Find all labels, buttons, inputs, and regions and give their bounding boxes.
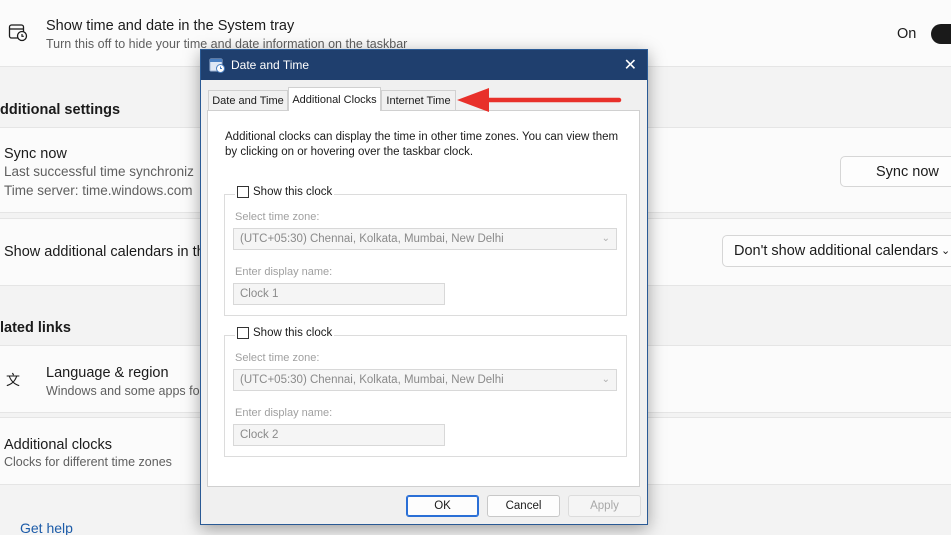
clock-1-group: Show this clock Select time zone: (UTC+0… [224,186,627,316]
clock-2-group: Show this clock Select time zone: (UTC+0… [224,327,627,457]
clock-2-timezone-label: Select time zone: [235,352,320,364]
clock-1-display-name-field: Clock 1 [233,283,445,305]
clock-1-display-name-label: Enter display name: [235,266,333,278]
clock-2-display-name-value: Clock 2 [240,429,279,441]
apply-button[interactable]: Apply [568,495,641,517]
tab-additional-clocks[interactable]: Additional Clocks [288,87,381,111]
tab-date-and-time[interactable]: Date and Time [208,90,288,110]
tray-toggle-label: On [897,26,917,42]
calendars-select[interactable]: Don't show additional calendars ⌄ [722,235,951,267]
additional-settings-heading: dditional settings [0,102,121,118]
date-time-app-icon [209,57,225,73]
chevron-down-icon: ⌄ [601,374,610,385]
related-links-heading: lated links [0,320,71,336]
calendars-title: Show additional calendars in the [4,244,213,260]
language-region-description: Windows and some apps for [46,384,204,398]
chevron-down-icon: ⌄ [941,245,951,257]
clock-2-timezone-select: (UTC+05:30) Chennai, Kolkata, Mumbai, Ne… [233,369,617,391]
dialog-titlebar[interactable]: Date and Time ✕ [201,50,647,80]
language-icon: 文 [6,372,20,388]
sync-title: Sync now [4,146,67,162]
dialog-title: Date and Time [231,58,310,72]
clock-2-display-name-label: Enter display name: [235,407,333,419]
clock-2-timezone-value: (UTC+05:30) Chennai, Kolkata, Mumbai, Ne… [240,374,504,386]
language-region-title: Language & region [46,365,169,381]
show-clock-1-label: Show this clock [253,186,333,198]
show-clock-1-checkbox[interactable] [237,186,249,198]
tab-internet-time[interactable]: Internet Time [381,90,456,110]
show-clock-1-row[interactable]: Show this clock [235,186,335,198]
clock-1-display-name-value: Clock 1 [240,288,279,300]
additional-clocks-description-text: Additional clocks can display the time i… [225,131,619,158]
close-icon[interactable]: ✕ [624,55,637,75]
clock-1-timezone-label: Select time zone: [235,211,320,223]
additional-clocks-description: Clocks for different time zones [4,455,172,469]
additional-clocks-title: Additional clocks [4,437,112,453]
red-arrow-annotation-icon [457,88,622,112]
clock-2-display-name-field: Clock 2 [233,424,445,446]
sync-now-label: Sync now [876,163,939,180]
sync-last-success: Last successful time synchroniz [4,164,194,179]
clock-1-timezone-select: (UTC+05:30) Chennai, Kolkata, Mumbai, Ne… [233,228,617,250]
show-clock-2-row[interactable]: Show this clock [235,327,335,339]
ok-button[interactable]: OK [406,495,479,517]
sync-now-button[interactable]: Sync now [840,156,951,187]
sync-time-server: Time server: time.windows.com [4,183,193,198]
tray-toggle-switch[interactable] [931,24,951,44]
calendars-select-value: Don't show additional calendars [734,243,939,259]
show-clock-2-checkbox[interactable] [237,327,249,339]
get-help-link[interactable]: Get help [20,520,73,535]
calendar-clock-icon [8,22,28,47]
chevron-down-icon: ⌄ [601,233,610,244]
additional-clocks-panel: Additional clocks can display the time i… [207,110,640,487]
date-time-dialog: Date and Time ✕ Date and Time Additional… [200,49,648,525]
tray-setting-title: Show time and date in the System tray [46,18,295,34]
clock-1-timezone-value: (UTC+05:30) Chennai, Kolkata, Mumbai, Ne… [240,233,504,245]
show-clock-2-label: Show this clock [253,327,333,339]
cancel-button[interactable]: Cancel [487,495,560,517]
